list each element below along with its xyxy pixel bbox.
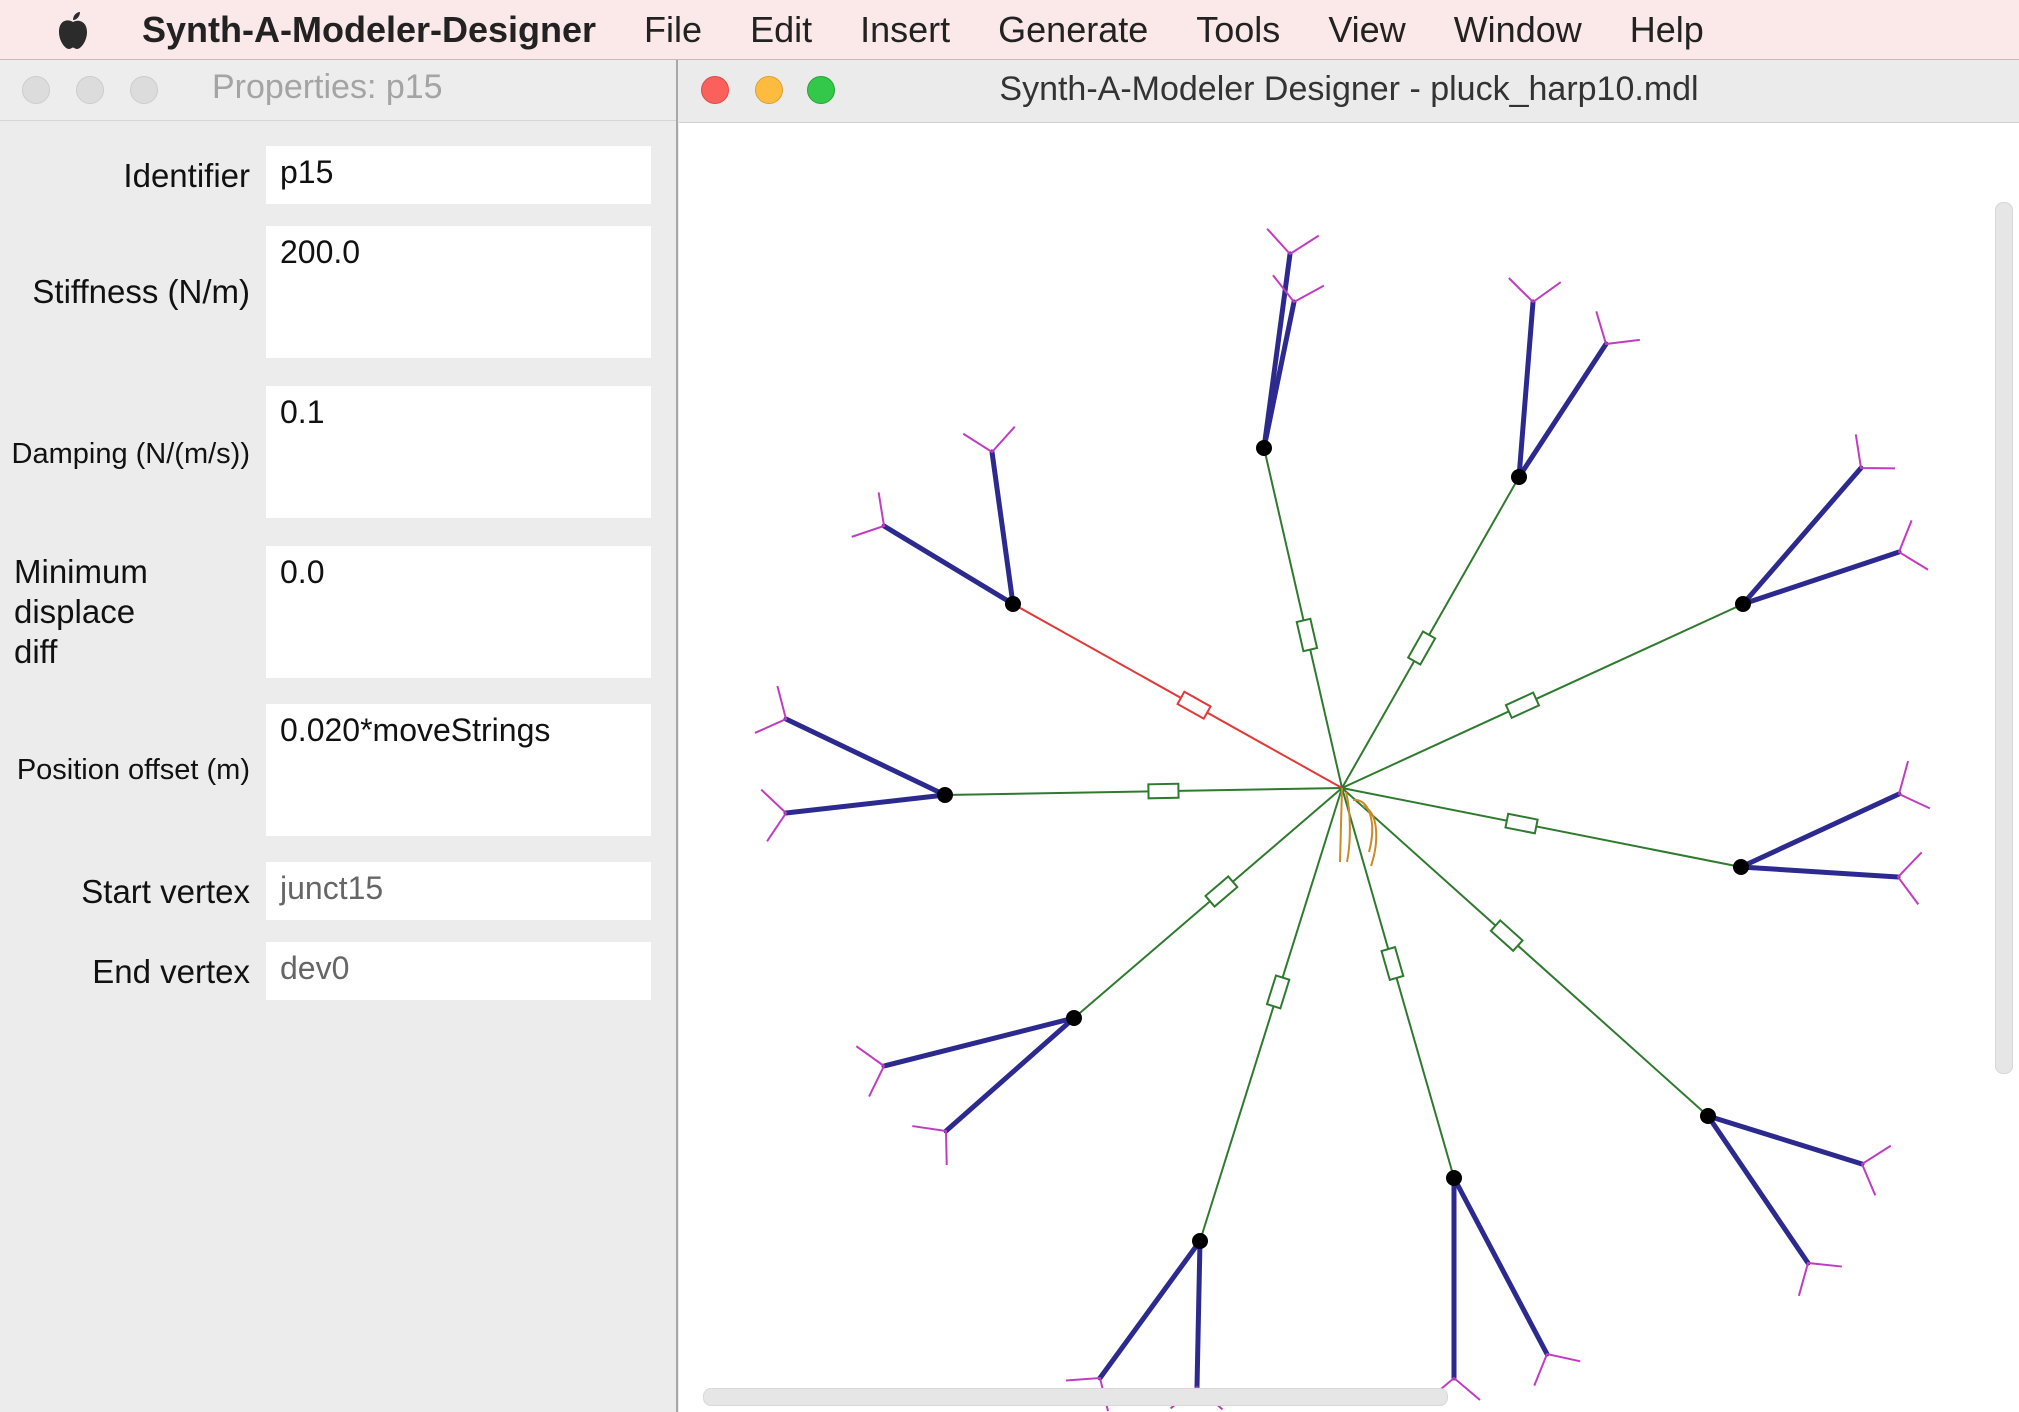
ground-terminal[interactable] bbox=[1272, 274, 1325, 304]
start-vertex-label: Start vertex bbox=[81, 873, 250, 910]
string-segment[interactable] bbox=[1738, 864, 1901, 880]
string-segment[interactable] bbox=[1451, 1175, 1550, 1357]
ground-terminal[interactable] bbox=[754, 685, 788, 734]
mass-node[interactable] bbox=[1511, 469, 1527, 485]
menu-generate[interactable]: Generate bbox=[998, 9, 1148, 51]
ground-terminal[interactable] bbox=[1797, 1261, 1842, 1297]
mass-node[interactable] bbox=[1700, 1108, 1716, 1124]
string-segment[interactable] bbox=[1705, 1113, 1811, 1266]
string-segment[interactable] bbox=[1705, 1113, 1865, 1167]
string-segment[interactable] bbox=[1194, 1238, 1203, 1390]
link-line[interactable] bbox=[1073, 787, 1343, 1019]
identifier-label: Identifier bbox=[123, 157, 250, 194]
string-segment[interactable] bbox=[989, 449, 1016, 607]
ground-terminal[interactable] bbox=[962, 425, 1016, 454]
menu-help[interactable]: Help bbox=[1630, 9, 1704, 51]
link-line[interactable] bbox=[1341, 603, 1744, 789]
ground-terminal[interactable] bbox=[1896, 851, 1923, 905]
string-segment[interactable] bbox=[1097, 1238, 1203, 1381]
ground-terminal[interactable] bbox=[851, 492, 886, 538]
minimum-label-line2: displace bbox=[14, 593, 136, 630]
link-line[interactable] bbox=[1341, 476, 1520, 789]
link-element[interactable] bbox=[1504, 812, 1539, 835]
ground-terminal[interactable] bbox=[855, 1045, 886, 1098]
mass-node[interactable] bbox=[1256, 440, 1272, 456]
menu-edit[interactable]: Edit bbox=[750, 9, 812, 51]
mass-node[interactable] bbox=[1735, 596, 1751, 612]
menu-window[interactable]: Window bbox=[1454, 9, 1582, 51]
apple-icon[interactable] bbox=[56, 10, 90, 50]
zoom-button[interactable] bbox=[130, 76, 158, 104]
ground-terminal[interactable] bbox=[1533, 1352, 1581, 1386]
minimum-displace-diff-field[interactable]: 0.0 bbox=[266, 546, 651, 678]
link-line[interactable] bbox=[1341, 787, 1742, 868]
identifier-field[interactable]: p15 bbox=[266, 146, 651, 204]
link-line[interactable] bbox=[1263, 447, 1343, 789]
position-offset-label: Position offset (m) bbox=[16, 754, 250, 786]
ground-terminal[interactable] bbox=[1595, 311, 1640, 346]
vertical-scrollbar[interactable] bbox=[1995, 202, 2013, 1074]
ground-terminal[interactable] bbox=[1897, 760, 1931, 810]
string-segment[interactable] bbox=[783, 716, 948, 798]
mass-node[interactable] bbox=[1446, 1170, 1462, 1186]
string-segment[interactable] bbox=[1516, 299, 1536, 480]
properties-titlebar[interactable]: Properties: p15 bbox=[0, 60, 676, 121]
menu-tools[interactable]: Tools bbox=[1196, 9, 1280, 51]
menu-file[interactable]: File bbox=[644, 9, 702, 51]
link-line[interactable] bbox=[1341, 787, 1455, 1179]
string-segment[interactable] bbox=[783, 792, 948, 816]
mass-node[interactable] bbox=[1005, 596, 1021, 612]
end-vertex-field: dev0 bbox=[266, 942, 651, 1000]
menu-insert[interactable]: Insert bbox=[860, 9, 950, 51]
menu-bar: Synth-A-Modeler-Designer File Edit Inser… bbox=[0, 0, 2019, 60]
link-element[interactable] bbox=[1489, 918, 1524, 953]
ground-terminal[interactable] bbox=[1897, 520, 1929, 571]
link-element[interactable] bbox=[1406, 630, 1437, 666]
app-menu[interactable]: Synth-A-Modeler-Designer bbox=[142, 9, 596, 51]
damping-label: Damping (N/(m/s)) bbox=[11, 438, 250, 470]
designer-title: Synth-A-Modeler Designer - pluck_harp10.… bbox=[999, 70, 1699, 108]
designer-titlebar[interactable]: Synth-A-Modeler Designer - pluck_harp10.… bbox=[679, 60, 2019, 123]
end-vertex-label: End vertex bbox=[92, 953, 250, 990]
mass-node[interactable] bbox=[1192, 1233, 1208, 1249]
model-canvas[interactable] bbox=[679, 122, 2019, 1412]
ground-terminal[interactable] bbox=[1860, 1144, 1892, 1196]
link-element[interactable] bbox=[1265, 974, 1291, 1010]
link-line[interactable] bbox=[1012, 603, 1343, 789]
close-button[interactable] bbox=[22, 76, 50, 104]
ground-terminal[interactable] bbox=[1266, 228, 1320, 256]
minimum-label-line3: diff bbox=[14, 633, 58, 670]
mass-node[interactable] bbox=[1066, 1010, 1082, 1026]
ground-terminal[interactable] bbox=[1854, 434, 1896, 470]
link-line[interactable] bbox=[1199, 787, 1343, 1242]
position-offset-field[interactable]: 0.020*moveStrings bbox=[266, 704, 651, 836]
stiffness-label: Stiffness (N/m) bbox=[32, 273, 250, 310]
ground-terminal[interactable] bbox=[760, 788, 788, 842]
link-element[interactable] bbox=[1504, 691, 1541, 720]
minimum-label-line1: Minimum bbox=[14, 553, 148, 590]
start-vertex-field: junct15 bbox=[266, 862, 651, 920]
ground-terminal[interactable] bbox=[1508, 277, 1562, 304]
properties-window: Properties: p15 Identifier p15 Stiffness… bbox=[0, 60, 678, 1412]
mass-node[interactable] bbox=[937, 787, 953, 803]
ground-terminal[interactable] bbox=[912, 1125, 948, 1166]
properties-title: Properties: p15 bbox=[212, 68, 443, 106]
horizontal-scrollbar[interactable] bbox=[703, 1388, 1448, 1406]
string-segment[interactable] bbox=[1738, 791, 1902, 870]
mass-node[interactable] bbox=[1733, 859, 1749, 875]
link-element[interactable] bbox=[1295, 617, 1319, 653]
stiffness-field[interactable]: 200.0 bbox=[266, 226, 651, 358]
string-segment[interactable] bbox=[1516, 341, 1609, 480]
link-element[interactable] bbox=[1204, 875, 1239, 908]
link-element[interactable] bbox=[1380, 945, 1405, 982]
link-element[interactable] bbox=[1147, 782, 1180, 800]
minimize-button[interactable] bbox=[76, 76, 104, 104]
link-element[interactable] bbox=[1176, 690, 1212, 721]
link-line[interactable] bbox=[944, 787, 1343, 796]
designer-window: Synth-A-Modeler Designer - pluck_harp10.… bbox=[679, 60, 2019, 1412]
string-segment[interactable] bbox=[881, 523, 1016, 607]
menu-view[interactable]: View bbox=[1328, 9, 1405, 51]
damping-field[interactable]: 0.1 bbox=[266, 386, 651, 518]
